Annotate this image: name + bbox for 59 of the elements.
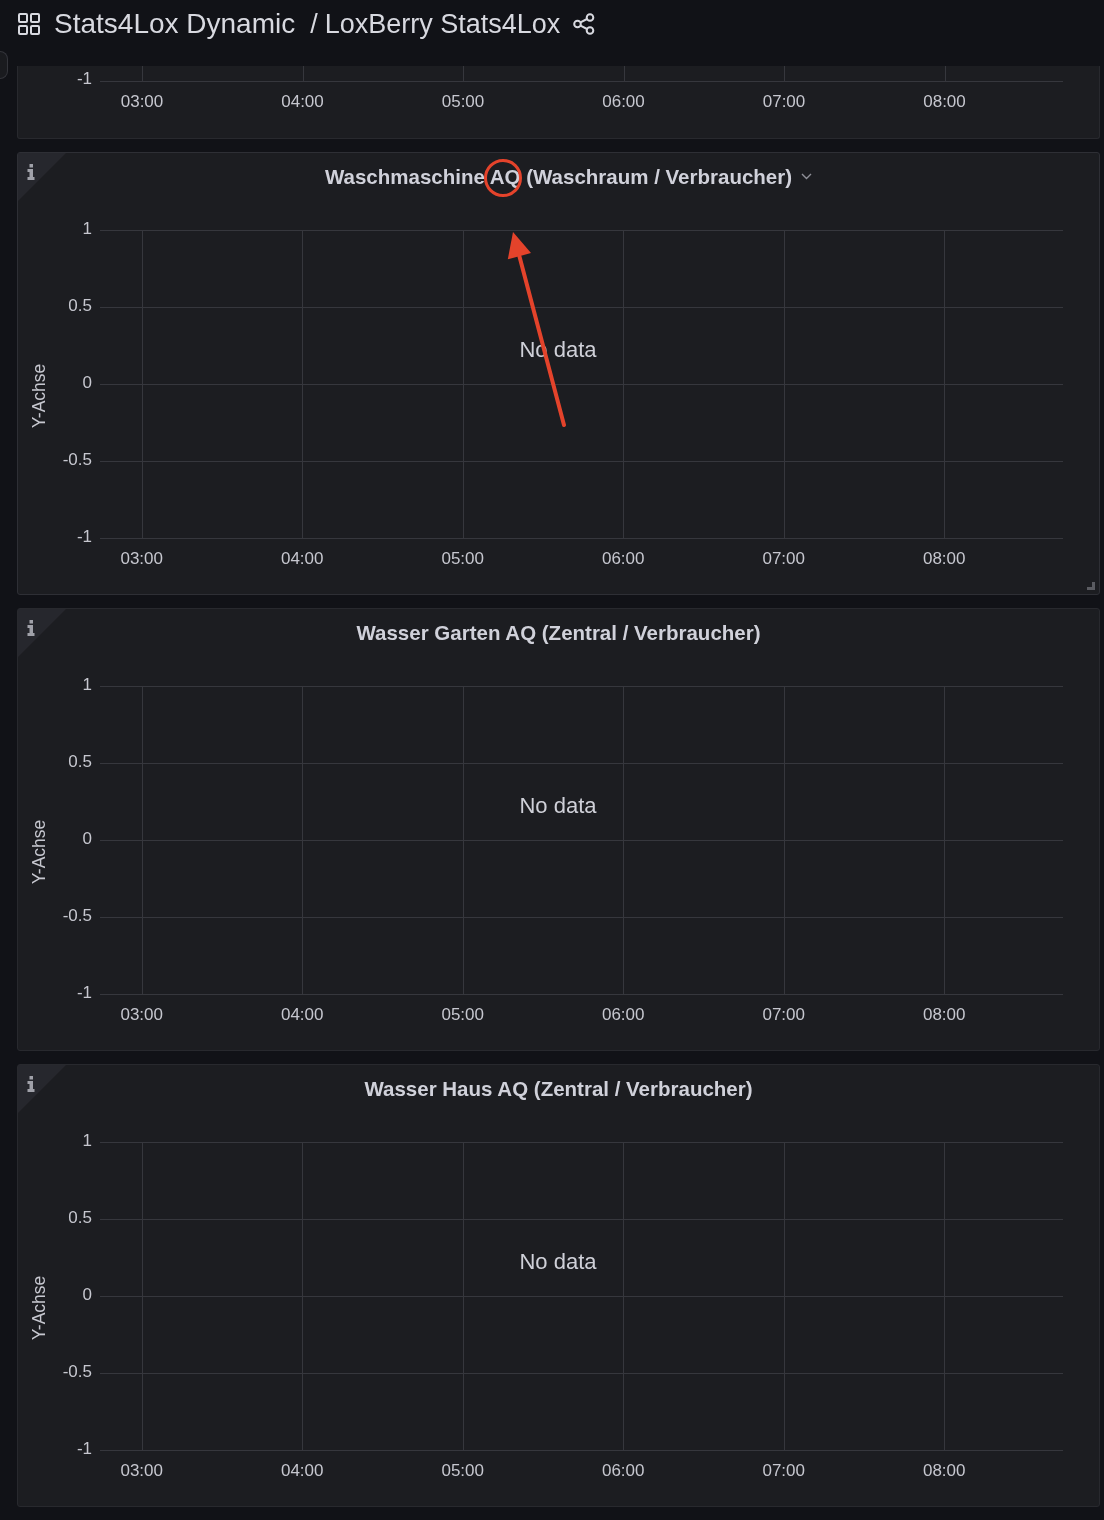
- x-tick-label: 04:00: [280, 1461, 324, 1481]
- y-tick-label: -1: [76, 983, 92, 1003]
- y-tick-label: 0.5: [68, 1208, 92, 1228]
- x-tick-label: 06:00: [602, 92, 645, 112]
- share-icon[interactable]: [573, 13, 596, 35]
- y-tick-label: 1: [82, 1131, 92, 1151]
- chevron-down-icon[interactable]: [801, 172, 813, 180]
- x-tick-label: 05:00: [441, 1005, 484, 1025]
- x-tick-label: 08:00: [922, 1461, 966, 1481]
- dashboard-title: LoxBerry Stats4Lox: [324, 7, 561, 41]
- y-tick-label: -0.5: [62, 450, 92, 470]
- y-tick-label: 0: [82, 1285, 92, 1305]
- breadcrumb-separator: /: [310, 7, 318, 41]
- x-tick-label: 07:00: [762, 549, 805, 569]
- resize-handle[interactable]: [1087, 582, 1095, 590]
- y-tick-label: -1: [76, 1439, 92, 1459]
- y-tick-label: 0: [82, 829, 92, 849]
- x-tick-label: 07:00: [762, 1461, 805, 1481]
- x-tick-label: 06:00: [601, 1005, 645, 1025]
- x-tick-label: 03:00: [120, 549, 163, 569]
- sidebar-toggle-button[interactable]: [0, 51, 8, 79]
- x-tick-label: 07:00: [762, 1005, 805, 1025]
- x-tick-label: 04:00: [280, 549, 324, 569]
- y-tick-label: 1: [82, 219, 92, 239]
- y-tick-label: 1: [82, 675, 92, 695]
- y-tick-label: -1: [76, 527, 92, 547]
- panel-title: Wasser Haus AQ (Zentral / Verbraucher): [364, 1076, 753, 1100]
- x-tick-label: 05:00: [441, 92, 485, 112]
- panel-title: Waschmaschine AQ (Waschraum / Verbraucher): [324, 164, 793, 188]
- x-tick-label: 05:00: [441, 1461, 484, 1481]
- x-tick-label: 03:00: [120, 1461, 163, 1481]
- info-corner-icon[interactable]: [18, 609, 66, 657]
- x-tick-label: 06:00: [601, 549, 645, 569]
- info-corner-icon[interactable]: [18, 1065, 66, 1113]
- x-tick-label: 04:00: [281, 92, 324, 112]
- x-tick-label: 08:00: [922, 549, 966, 569]
- x-tick-label: 03:00: [120, 1005, 163, 1025]
- y-axis-title: Y-Achse: [28, 363, 49, 429]
- y-tick-label: -0.5: [62, 1362, 92, 1382]
- y-tick-label: 0.5: [68, 296, 92, 316]
- y-tick-label: 0: [82, 373, 92, 393]
- x-tick-label: 05:00: [441, 549, 484, 569]
- panel-title: Wasser Garten AQ (Zentral / Verbraucher): [356, 620, 761, 644]
- x-tick-label: 04:00: [280, 1005, 324, 1025]
- y-tick-label: -0.5: [62, 906, 92, 926]
- info-corner-icon[interactable]: [18, 153, 66, 201]
- y-tick-label: 0.5: [68, 752, 92, 772]
- x-tick-label: 07:00: [762, 92, 806, 112]
- x-tick-label: 03:00: [120, 92, 164, 112]
- no-data-message: No data: [519, 1248, 597, 1274]
- x-tick-label: 08:00: [922, 1005, 966, 1025]
- no-data-message: No data: [519, 792, 597, 818]
- x-tick-label: 08:00: [923, 92, 966, 112]
- y-axis-title: Y-Achse: [28, 819, 49, 885]
- grid-icon: [18, 13, 40, 35]
- y-axis-title: Y-Achse: [28, 1275, 49, 1341]
- folder-link[interactable]: Stats4Lox Dynamic: [54, 3, 296, 45]
- y-tick-label: -1: [76, 69, 92, 89]
- x-tick-label: 06:00: [601, 1461, 645, 1481]
